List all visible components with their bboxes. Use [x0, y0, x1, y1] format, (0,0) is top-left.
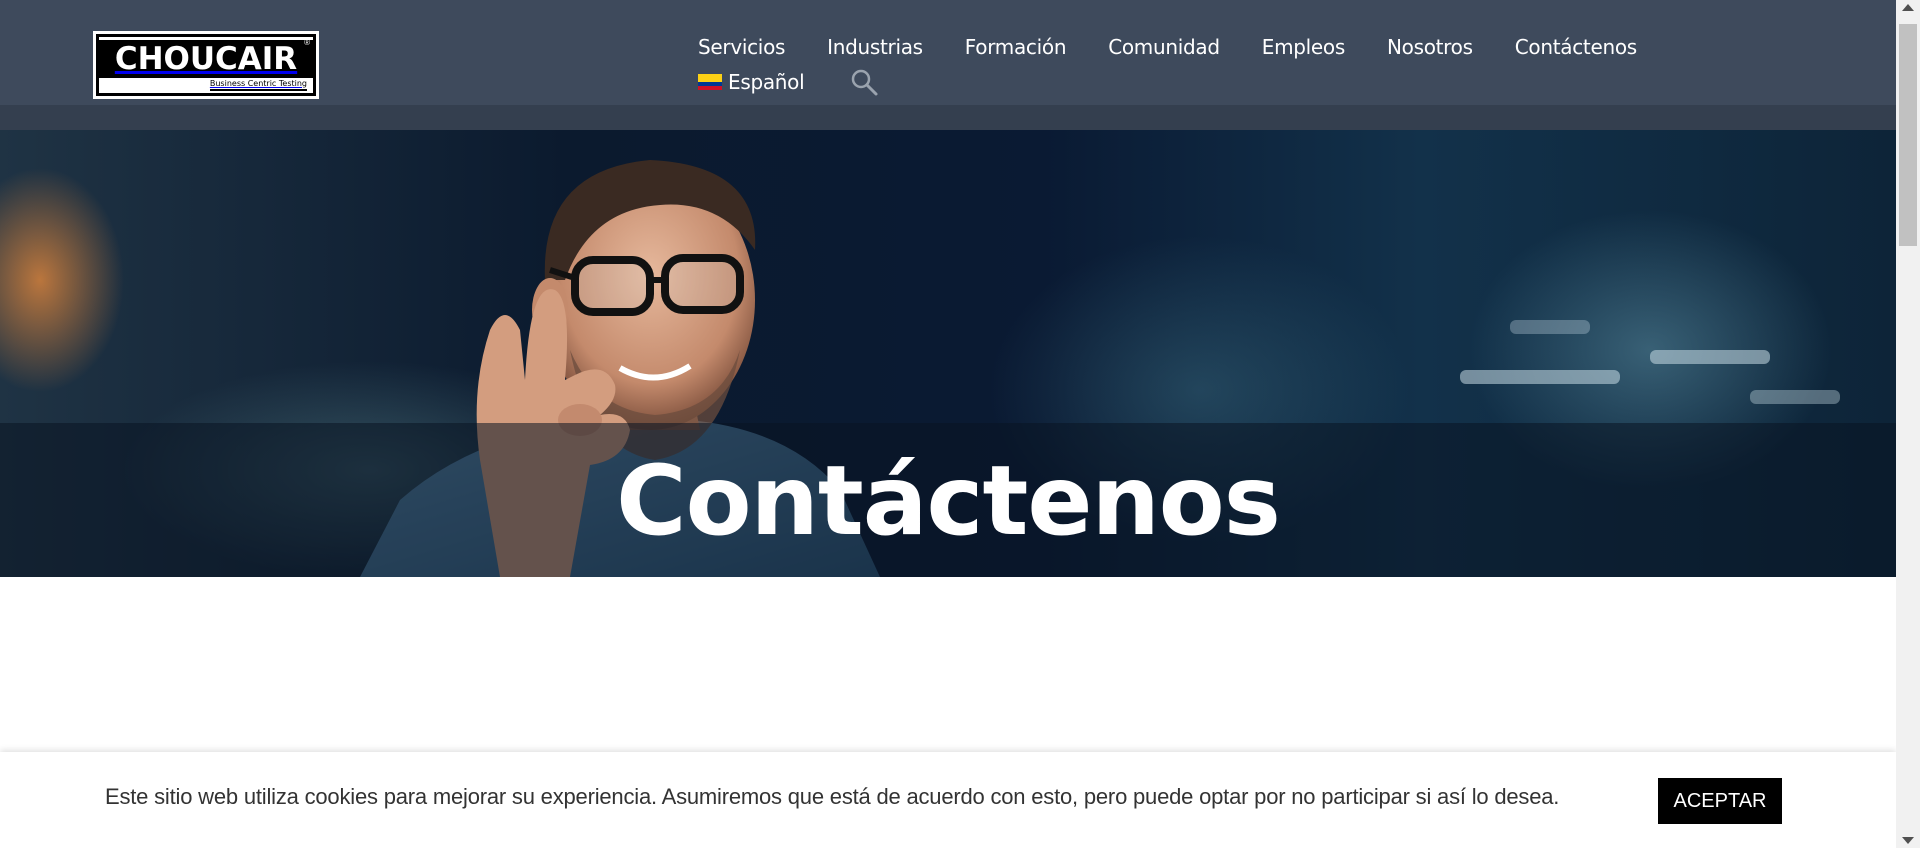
- nav-item-industrias[interactable]: Industrias: [827, 35, 923, 59]
- cookie-banner: Este sitio web utiliza cookies para mejo…: [0, 752, 1896, 848]
- language-label: Español: [728, 70, 805, 94]
- logo-tagline: Business Centric Testing: [209, 79, 307, 91]
- vertical-scrollbar[interactable]: [1896, 0, 1920, 848]
- hero-banner: Contáctenos: [0, 130, 1896, 577]
- choucair-logo[interactable]: CHOUCAIR ® Business Centric Testing: [93, 31, 319, 99]
- page: CHOUCAIR ® Business Centric Testing Serv…: [0, 0, 1920, 848]
- cookie-message: Este sitio web utiliza cookies para mejo…: [105, 784, 1560, 809]
- scroll-down-arrow-icon[interactable]: [1902, 837, 1914, 844]
- nav-item-servicios[interactable]: Servicios: [698, 35, 785, 59]
- logo-box: CHOUCAIR ® Business Centric Testing: [96, 34, 316, 96]
- logo-wordmark: CHOUCAIR: [99, 39, 313, 78]
- nav-item-empleos[interactable]: Empleos: [1262, 35, 1346, 59]
- search-icon[interactable]: [849, 67, 879, 97]
- site-header: CHOUCAIR ® Business Centric Testing Serv…: [0, 0, 1896, 105]
- nav-item-comunidad[interactable]: Comunidad: [1108, 35, 1220, 59]
- accept-cookies-button[interactable]: ACEPTAR: [1658, 778, 1782, 824]
- scroll-thumb[interactable]: [1899, 24, 1917, 246]
- language-selector[interactable]: Español: [698, 70, 805, 94]
- page-title: Contáctenos: [616, 445, 1281, 557]
- scroll-up-arrow-icon[interactable]: [1902, 4, 1914, 11]
- main-nav: Servicios Industrias Formación Comunidad…: [698, 35, 1637, 59]
- logo-registered-mark: ®: [304, 38, 310, 47]
- header-subbar: [0, 105, 1896, 130]
- nav-item-nosotros[interactable]: Nosotros: [1387, 35, 1473, 59]
- colombia-flag-icon: [698, 74, 722, 90]
- nav-item-formacion[interactable]: Formación: [965, 35, 1067, 59]
- nav-item-contactenos[interactable]: Contáctenos: [1515, 35, 1637, 59]
